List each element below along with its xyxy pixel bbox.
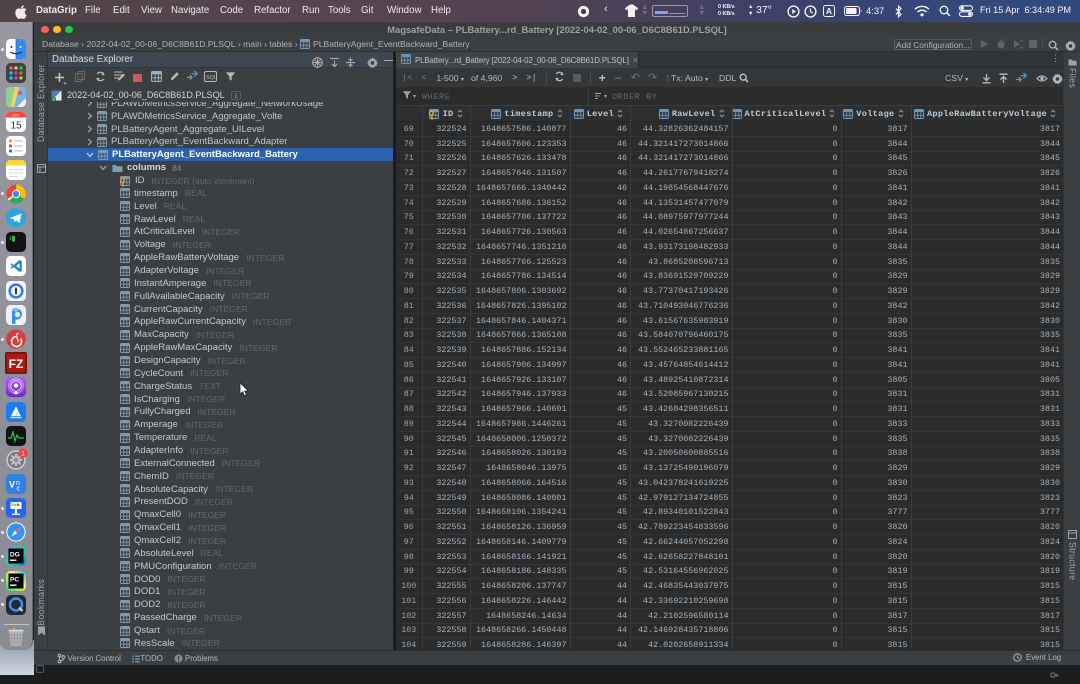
svg-text:FZ: FZ [9, 357, 24, 371]
svg-text:PC: PC [10, 577, 19, 584]
svg-text:1: 1 [21, 450, 25, 457]
svg-text:$█: $█ [9, 235, 15, 242]
svg-text:15: 15 [10, 121, 22, 132]
svg-text:SQL: SQL [206, 75, 217, 81]
svg-text:V: V [9, 480, 15, 490]
svg-text:DG: DG [10, 552, 20, 559]
svg-text:c: c [17, 486, 21, 493]
svg-text:APR: APR [12, 113, 20, 117]
